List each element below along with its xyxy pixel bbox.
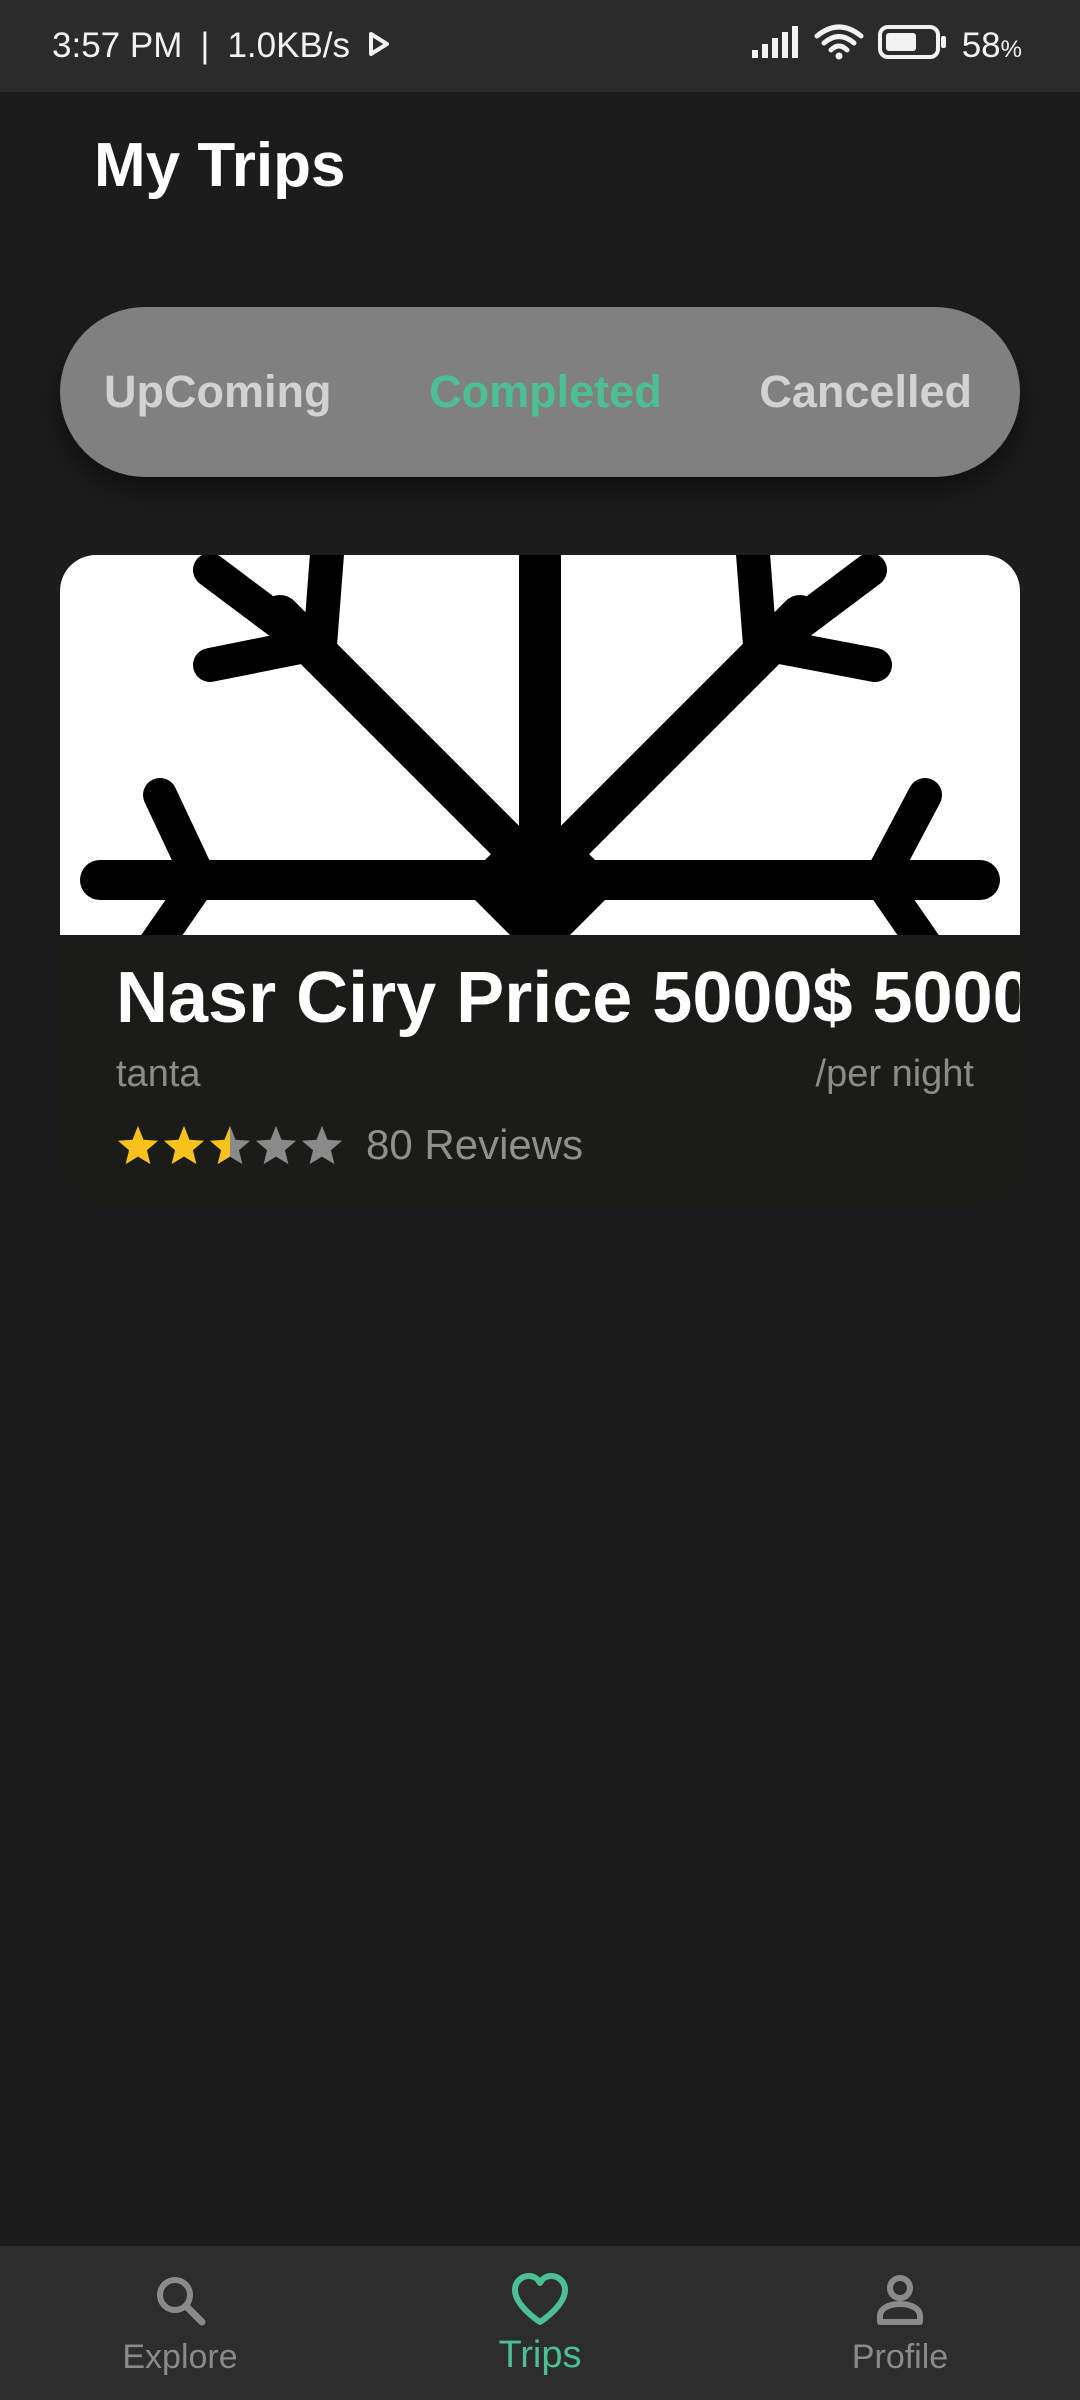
nav-trips[interactable]: Trips xyxy=(360,2246,720,2377)
status-speed: 1.0KB/s xyxy=(227,26,351,65)
star-icon xyxy=(163,1125,205,1165)
trip-card-body: Nasr Ciry Price 5000$ 5000$ tanta /per n… xyxy=(60,935,1020,1203)
star-empty-icon xyxy=(301,1125,343,1165)
status-right: 58% xyxy=(750,24,1022,69)
signal-icon xyxy=(750,25,800,67)
nav-profile[interactable]: Profile xyxy=(720,2246,1080,2377)
heart-icon xyxy=(512,2273,568,2325)
rating-row: 80 Reviews xyxy=(116,1121,583,1169)
trip-card[interactable]: Nasr Ciry Price 5000$ 5000$ tanta /per n… xyxy=(60,555,1020,1203)
nav-trips-label: Trips xyxy=(498,2334,582,2376)
battery-level: 58% xyxy=(961,26,1022,65)
page-title: My Trips xyxy=(94,131,346,200)
wifi-icon xyxy=(814,24,864,69)
star-icon xyxy=(117,1125,159,1165)
star-empty-icon xyxy=(255,1125,297,1165)
nav-explore[interactable]: Explore xyxy=(0,2246,360,2377)
snowflake-icon xyxy=(80,555,1000,996)
search-icon xyxy=(157,2277,206,2326)
status-separator: | xyxy=(200,26,210,65)
star-half-icon xyxy=(209,1125,251,1165)
star-rating xyxy=(116,1124,344,1166)
battery-icon xyxy=(877,24,948,69)
trip-status-tabs: UpComing Completed Cancelled xyxy=(60,307,1020,477)
status-bar: 3:57 PM | 1.0KB/s 58% xyxy=(0,0,1080,92)
status-left: 3:57 PM | 1.0KB/s xyxy=(52,26,390,66)
tab-completed[interactable]: Completed xyxy=(429,366,662,418)
tab-upcoming[interactable]: UpComing xyxy=(104,366,331,418)
nav-profile-label: Profile xyxy=(851,2338,949,2376)
tab-cancelled[interactable]: Cancelled xyxy=(759,366,972,418)
reviews-count: 80 Reviews xyxy=(366,1121,584,1168)
status-time: 3:57 PM xyxy=(52,26,183,65)
trip-price-unit: /per night xyxy=(815,1053,974,1095)
person-icon xyxy=(877,2275,923,2325)
bottom-nav: Explore Trips Profile xyxy=(0,2246,1080,2400)
trip-card-image xyxy=(60,555,1020,996)
trip-title: Nasr Ciry Price 5000$ 5000$ xyxy=(116,958,1020,1038)
nav-explore-label: Explore xyxy=(122,2338,238,2376)
trip-location: tanta xyxy=(116,1053,201,1095)
play-icon xyxy=(368,26,390,66)
